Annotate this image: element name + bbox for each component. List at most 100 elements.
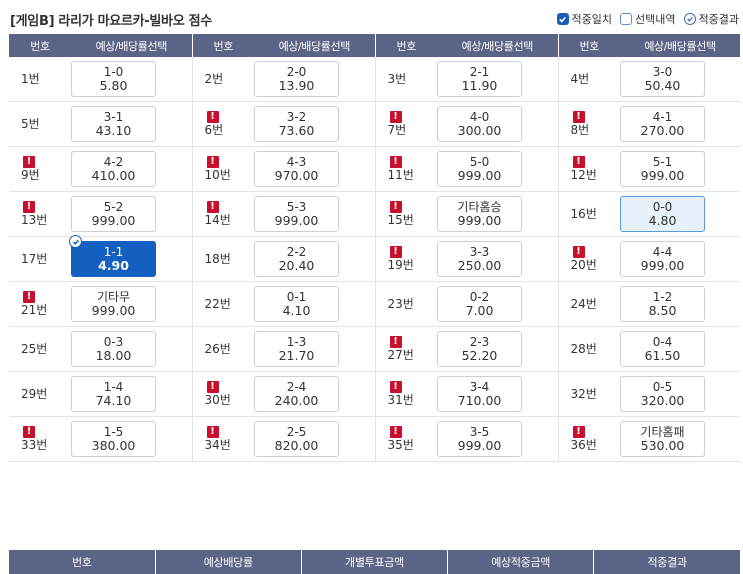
bet-cell: 3-3 250.00	[437, 236, 558, 282]
bet-option-button[interactable]: 3-2 73.60	[254, 106, 339, 142]
bet-option-button[interactable]: 3-3 250.00	[437, 241, 522, 277]
game-number-label: 6번	[204, 123, 224, 137]
bet-option-button[interactable]: 2-5 820.00	[254, 421, 339, 457]
grid-row: 29번 1-4 74.10! 30번 2-4 240.00! 31번 3-4 710.00 32번…	[9, 371, 740, 417]
bet-option-button[interactable]: 0-2 7.00	[437, 286, 522, 322]
game-number-cell: ! 6번	[191, 101, 254, 147]
bet-score: 0-0	[652, 200, 673, 214]
bet-option-button[interactable]: 1-0 5.80	[71, 61, 156, 97]
game-number-label: 25번	[21, 342, 48, 356]
game-number-label: 21번	[21, 303, 48, 317]
bet-score: 기타무	[96, 290, 131, 304]
game-number: ! 12번	[571, 156, 621, 182]
col-header-num: 번호	[191, 34, 254, 57]
bet-cell: 2-0 13.90	[254, 57, 375, 102]
bet-score: 1-5	[103, 425, 124, 439]
bet-cell: 1-1 4.90	[69, 235, 192, 282]
game-number: ! 31번	[388, 381, 438, 407]
bet-odds: 300.00	[457, 123, 502, 138]
bet-odds: 999.00	[640, 258, 685, 273]
bet-cell: 4-2 410.00	[71, 146, 192, 192]
game-number-label: 35번	[387, 438, 414, 452]
bet-option-button[interactable]: 기타홈승 999.00	[437, 196, 522, 232]
bet-option-button[interactable]: 기타무 999.00	[71, 286, 156, 322]
bet-option-button[interactable]: 2-0 13.90	[254, 61, 339, 97]
bet-cell: 기타홈승 999.00	[437, 191, 558, 237]
game-number: ! 14번	[205, 201, 255, 227]
bet-odds: 4.80	[648, 213, 677, 228]
grid-row: 25번 0-3 18.00 26번 1-3 21.70! 27번 2-3 52.20 28번 0-4…	[9, 326, 740, 372]
bet-option-button[interactable]: 3-4 710.00	[437, 376, 522, 412]
bet-odds: 11.90	[461, 78, 498, 93]
game-number-cell: ! 9번	[9, 146, 71, 192]
bet-option-button[interactable]: 0-5 320.00	[620, 376, 705, 412]
bet-option-button[interactable]: 4-0 300.00	[437, 106, 522, 142]
bet-cell: 4-4 999.00	[620, 236, 740, 282]
bet-option-button[interactable]: 0-4 61.50	[620, 331, 705, 367]
bet-odds: 73.60	[278, 123, 315, 138]
bet-option-button[interactable]: 0-3 18.00	[71, 331, 156, 367]
game-number-label: 22번	[204, 297, 231, 311]
bet-odds: 999.00	[457, 438, 502, 453]
bet-option-button[interactable]: 3-0 50.40	[620, 61, 705, 97]
bet-option-button[interactable]: 1-3 21.70	[254, 331, 339, 367]
bet-option-button[interactable]: 2-1 11.90	[437, 61, 522, 97]
bet-option-button[interactable]: 2-3 52.20	[437, 331, 522, 367]
bet-option-button[interactable]: 기타홈패 530.00	[620, 421, 705, 457]
bet-odds: 710.00	[457, 393, 502, 408]
warning-icon: !	[23, 201, 35, 213]
bet-option-button[interactable]: 5-2 999.00	[71, 196, 156, 232]
bet-option-button[interactable]: 4-2 410.00	[71, 151, 156, 187]
bet-option-button[interactable]: 4-4 999.00	[620, 241, 705, 277]
bet-option-button[interactable]: 4-1 270.00	[620, 106, 705, 142]
game-number-label: 17번	[21, 252, 48, 266]
game-number-cell: ! 8번	[557, 101, 620, 147]
game-number: 29번	[21, 387, 71, 401]
game-number: ! 35번	[388, 426, 438, 452]
warning-icon: !	[572, 156, 585, 168]
bet-odds: 999.00	[640, 168, 685, 183]
bet-option-button[interactable]: 1-5 380.00	[71, 421, 156, 457]
bet-option-button[interactable]: 0-0 4.80	[620, 196, 705, 232]
bet-cell: 3-5 999.00	[437, 416, 558, 462]
game-number: ! 11번	[388, 156, 438, 182]
bet-option-button[interactable]: 2-2 20.40	[254, 241, 339, 277]
bet-cell: 5-2 999.00	[71, 191, 192, 237]
bet-option-button[interactable]: 2-4 240.00	[254, 376, 339, 412]
bet-option-button[interactable]: 1-2 8.50	[620, 286, 705, 322]
game-number-label: 2번	[204, 72, 224, 86]
game-number-cell: 24번	[557, 281, 620, 327]
warning-icon: !	[572, 111, 585, 123]
bet-option-button[interactable]: 5-1 999.00	[620, 151, 705, 187]
bet-cell: 5-0 999.00	[437, 146, 558, 192]
bet-score: 0-1	[286, 290, 307, 304]
bet-option-button[interactable]: 0-1 4.10	[254, 286, 339, 322]
warning-icon: !	[23, 426, 35, 438]
bet-odds: 250.00	[457, 258, 502, 273]
bet-score: 1-2	[652, 290, 673, 304]
bet-option-button[interactable]: 5-3 999.00	[254, 196, 339, 232]
bet-option-button[interactable]: 3-1 43.10	[71, 106, 156, 142]
bet-score: 2-2	[286, 245, 307, 259]
bet-score: 2-5	[286, 425, 307, 439]
bet-option-button[interactable]: 3-5 999.00	[437, 421, 522, 457]
game-number-label: 30번	[204, 393, 231, 407]
game-number-label: 36번	[570, 438, 597, 452]
grid-row: ! 13번 5-2 999.00! 14번 5-3 999.00! 15번 기타홈승 999.00…	[9, 191, 740, 237]
bet-odds: 999.00	[91, 303, 136, 318]
game-number: ! 13번	[21, 201, 71, 227]
bet-cell: 3-1 43.10	[71, 101, 192, 147]
bet-option-button[interactable]: 5-0 999.00	[437, 151, 522, 187]
warning-icon: !	[206, 426, 219, 438]
game-number-cell: ! 36번	[557, 416, 620, 462]
bet-option-button[interactable]: 1-4 74.10	[71, 376, 156, 412]
grid-row: ! 33번 1-5 380.00! 34번 2-5 820.00! 35번 3-5 999.00!…	[9, 416, 740, 462]
bet-option-button[interactable]: 1-1 4.90	[69, 235, 156, 277]
game-number-cell: 4번	[557, 57, 620, 102]
summary-header-row: 번호 예상배당률 개별투표금액 예상적중금액 적중결과	[9, 550, 740, 574]
bet-option-button[interactable]: 4-3 970.00	[254, 151, 339, 187]
warning-icon: !	[389, 111, 402, 123]
bet-cell: 기타홈패 530.00	[620, 416, 740, 462]
game-number-label: 16번	[570, 207, 597, 221]
bet-odds: 380.00	[91, 438, 136, 453]
